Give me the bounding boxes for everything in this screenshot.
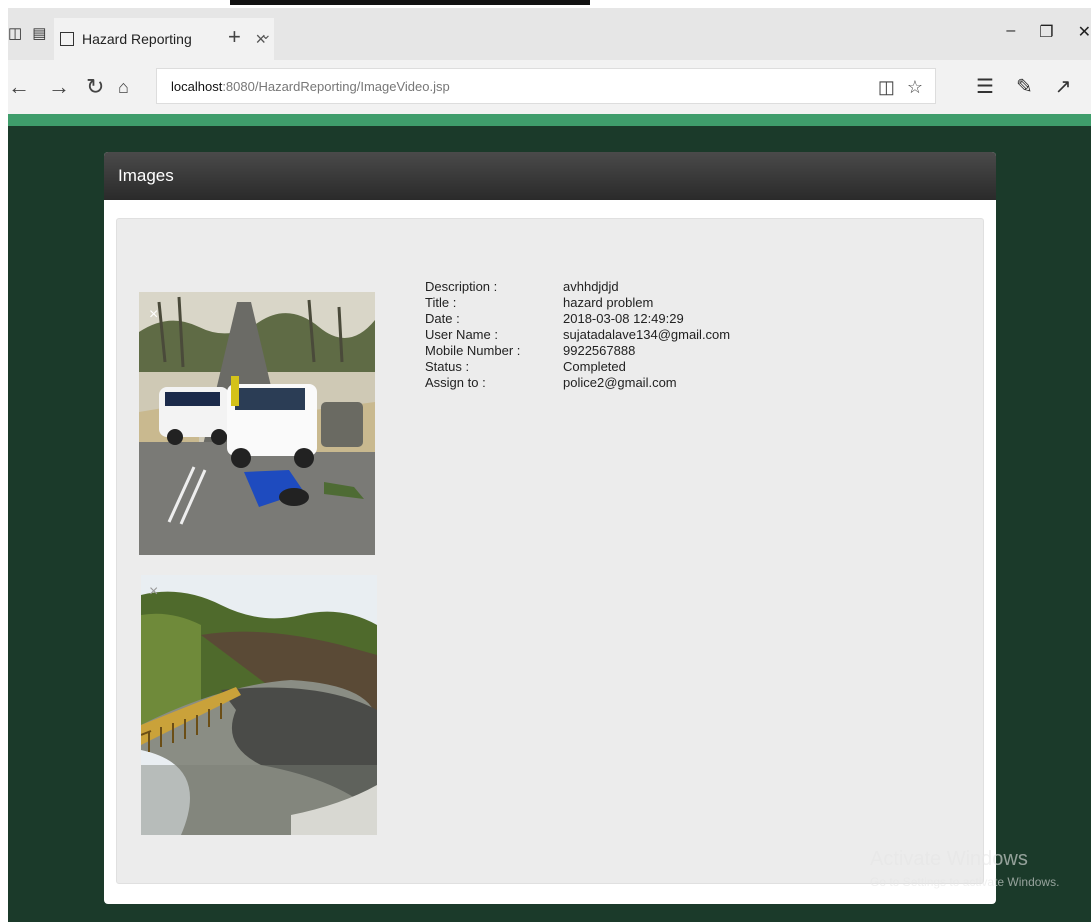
detail-row: Assign to : police2@gmail.com bbox=[425, 375, 730, 391]
page-icon bbox=[60, 32, 74, 46]
detail-value: hazard problem bbox=[563, 295, 654, 310]
set-aside-tabs-icon[interactable]: ◫ bbox=[8, 24, 22, 42]
detail-row: Title : hazard problem bbox=[425, 295, 730, 311]
show-tabs-icon[interactable]: ▤ bbox=[32, 24, 46, 42]
report-details: Description : avhhdjdjd Title : hazard p… bbox=[425, 279, 730, 391]
back-icon[interactable]: ← bbox=[8, 74, 30, 100]
detail-value: sujatadalave134@gmail.com bbox=[563, 327, 731, 342]
detail-label: Mobile Number : bbox=[425, 343, 521, 358]
share-icon[interactable]: ↗ bbox=[1055, 74, 1072, 99]
activation-watermark: Activate Windows Go to Settings to activ… bbox=[870, 848, 1059, 889]
favorites-hub-icon[interactable]: ☰ bbox=[976, 74, 994, 99]
url-path: :8080/HazardReporting/ImageVideo.jsp bbox=[222, 78, 450, 94]
address-bar-actions: ◫ ☆ bbox=[878, 69, 923, 105]
detail-label: Description : bbox=[425, 279, 498, 294]
top-strip bbox=[0, 0, 1091, 8]
reading-view-icon[interactable]: ◫ bbox=[878, 77, 895, 98]
browser-window: ◫ ▤ Hazard Reporting × + ⌄ – ❐ ✕ ← → ↻ ⌂… bbox=[0, 0, 1091, 922]
chevron-down-icon[interactable]: ⌄ bbox=[260, 26, 272, 43]
minimize-icon[interactable]: – bbox=[1006, 22, 1015, 42]
detail-label: Title : bbox=[425, 295, 457, 310]
close-image-icon[interactable]: × bbox=[149, 583, 158, 601]
detail-label: Date : bbox=[425, 311, 460, 326]
report-card: × × Description: avhhdjdjd Title: haza… bbox=[116, 218, 984, 884]
address-bar[interactable]: localhost:8080/HazardReporting/ImageVide… bbox=[156, 68, 936, 104]
detail-row: User Name : sujatadalave134@gmail.com bbox=[425, 327, 730, 343]
hazard-image-road[interactable]: × bbox=[141, 575, 377, 835]
new-tab-icon[interactable]: + bbox=[228, 24, 241, 50]
detail-row: Date : 2018-03-08 12:49:29 bbox=[425, 311, 730, 327]
hazard-image-accident[interactable]: × bbox=[139, 292, 375, 555]
home-icon[interactable]: ⌂ bbox=[118, 77, 129, 98]
detail-value: avhhdjdjd bbox=[563, 279, 619, 294]
panel-title: Images bbox=[104, 152, 996, 200]
images-panel: Images × × Description: avhhdjdjd Title… bbox=[104, 152, 996, 904]
detail-row: Description : avhhdjdjd bbox=[425, 279, 730, 295]
tab-title: Hazard Reporting bbox=[82, 31, 192, 47]
window-controls: – ❐ ✕ bbox=[1006, 22, 1091, 42]
address-toolbar: ← → ↻ ⌂ localhost:8080/HazardReporting/I… bbox=[8, 60, 1091, 114]
detail-label: Status : bbox=[425, 359, 470, 374]
refresh-icon[interactable]: ↻ bbox=[86, 74, 104, 100]
top-dark-bar bbox=[230, 0, 590, 5]
watermark-title: Activate Windows bbox=[870, 848, 1028, 870]
detail-value: 2018-03-08 12:49:29 bbox=[563, 311, 684, 326]
browser-toolbar: ☰ ✎ ↗ … bbox=[976, 74, 1091, 99]
detail-row: Status : Completed bbox=[425, 359, 730, 375]
tab-bar: ◫ ▤ Hazard Reporting × + ⌄ – ❐ ✕ bbox=[8, 8, 1091, 60]
url-host: localhost bbox=[171, 78, 223, 94]
page-content: Images × × Description: avhhdjdjd Title… bbox=[8, 126, 1091, 922]
browser-tab[interactable]: Hazard Reporting × bbox=[54, 18, 274, 60]
site-header-bar bbox=[8, 114, 1091, 126]
watermark-subtitle: Go to Settings to activate Windows. bbox=[870, 875, 1060, 889]
detail-value: police2@gmail.com bbox=[563, 375, 677, 390]
maximize-icon[interactable]: ❐ bbox=[1039, 22, 1053, 42]
close-image-icon[interactable]: × bbox=[149, 306, 158, 324]
detail-value: Completed bbox=[563, 359, 626, 374]
tab-actions: ◫ ▤ bbox=[8, 24, 46, 42]
detail-label: User Name : bbox=[425, 327, 498, 342]
detail-row: Mobile Number : 9922567888 bbox=[425, 343, 730, 359]
detail-value: 9922567888 bbox=[563, 343, 636, 358]
detail-label: Assign to : bbox=[425, 375, 486, 390]
forward-icon[interactable]: → bbox=[48, 74, 70, 100]
notes-pen-icon[interactable]: ✎ bbox=[1016, 74, 1033, 99]
close-window-icon[interactable]: ✕ bbox=[1078, 22, 1091, 42]
favorite-star-icon[interactable]: ☆ bbox=[907, 77, 923, 98]
